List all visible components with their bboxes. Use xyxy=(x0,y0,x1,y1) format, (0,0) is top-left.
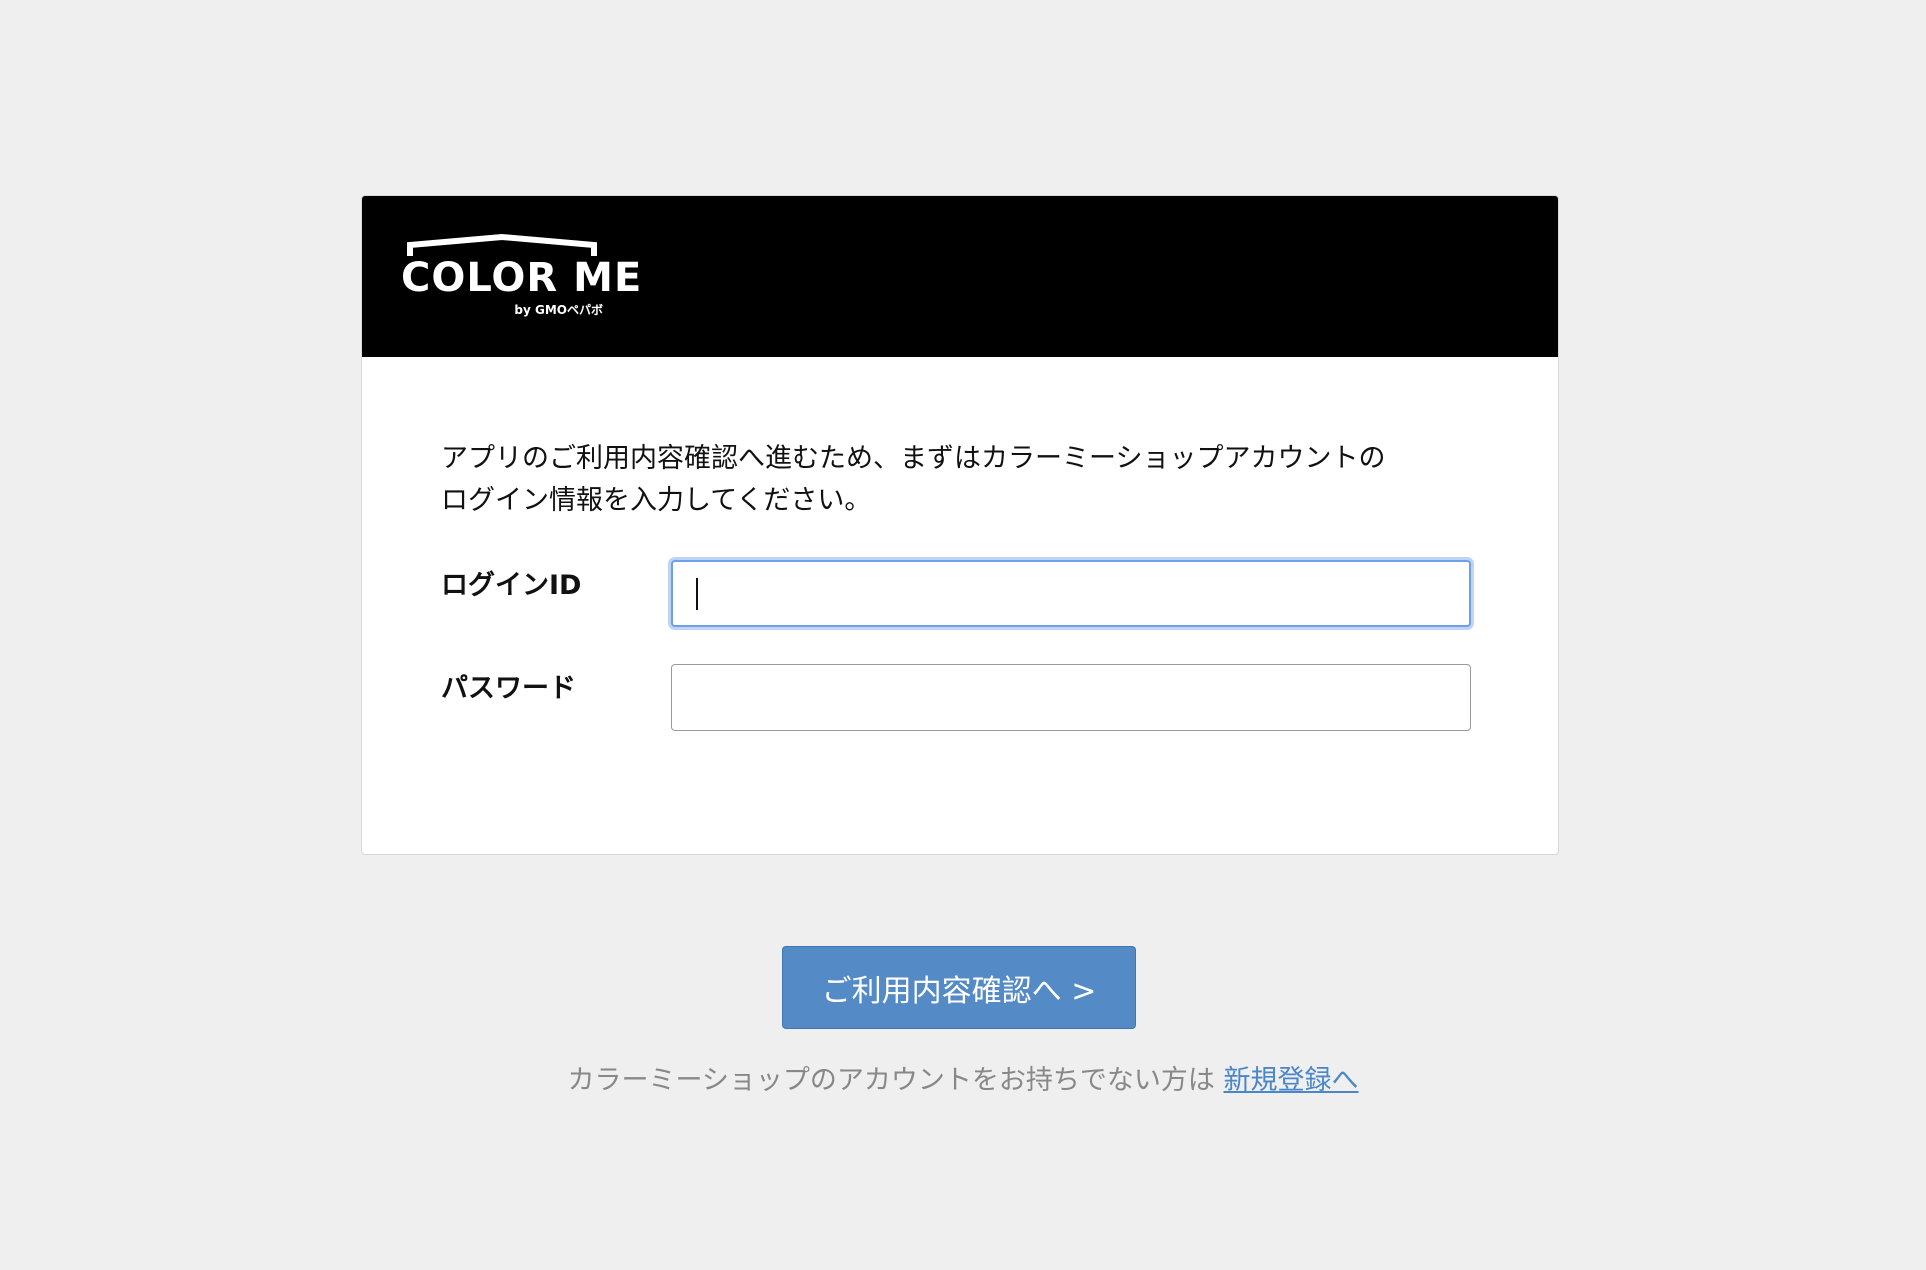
signup-link[interactable]: 新規登録へ xyxy=(1224,1065,1359,1096)
login-id-input[interactable] xyxy=(671,560,1471,627)
intro-text: アプリのご利用内容確認へ進むため、まずはカラーミーショップアカウントの ログイン… xyxy=(441,438,1481,522)
color-me-logo: COLOR ME by GMOペパボ xyxy=(401,234,641,324)
password-input[interactable] xyxy=(671,664,1471,731)
login-card: COLOR ME by GMOペパボ アプリのご利用内容確認へ進むため、まずはカ… xyxy=(361,195,1559,855)
login-id-label: ログインID xyxy=(441,570,582,601)
password-label: パスワード xyxy=(441,673,576,704)
card-body: アプリのご利用内容確認へ進むため、まずはカラーミーショップアカウントの ログイン… xyxy=(362,357,1558,854)
signup-prompt: カラーミーショップのアカウントをお持ちでない方は 新規登録へ xyxy=(0,1058,1926,1097)
card-header: COLOR ME by GMOペパボ xyxy=(362,196,1558,357)
logo-text: COLOR ME xyxy=(401,255,643,301)
text-cursor xyxy=(696,578,698,610)
logo-subtext: by GMOペパボ xyxy=(514,303,603,317)
intro-line-2: ログイン情報を入力してください。 xyxy=(441,485,872,516)
intro-line-1: アプリのご利用内容確認へ進むため、まずはカラーミーショップアカウントの xyxy=(441,443,1386,474)
confirm-usage-button[interactable]: ご利用内容確認へ > xyxy=(782,946,1136,1029)
signup-prompt-text: カラーミーショップのアカウントをお持ちでない方は xyxy=(567,1065,1224,1096)
